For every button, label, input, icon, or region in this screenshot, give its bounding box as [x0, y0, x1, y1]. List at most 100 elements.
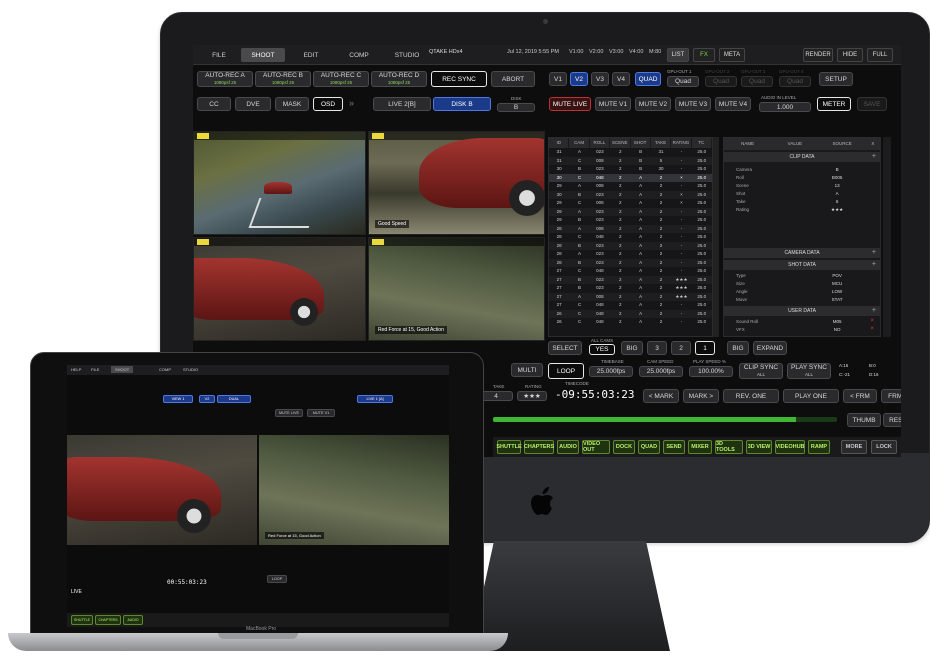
loop-button[interactable]: LOOP: [548, 363, 584, 379]
meta-row[interactable]: × Sound Roll M05: [724, 318, 880, 325]
col-shot[interactable]: SHOT: [631, 138, 651, 148]
live-2b-button[interactable]: LIVE 2[B]: [373, 97, 431, 111]
table-row[interactable]: 29 A 008 2 A 2 - 25.0: [549, 182, 712, 190]
cam-v3-button[interactable]: V3: [591, 72, 609, 86]
mb-menu-shoot[interactable]: SHOOT: [111, 366, 134, 373]
meta-row[interactable]: Size MCU: [724, 280, 880, 287]
clip-sync-button[interactable]: CLIP SYNC ALL: [739, 363, 783, 379]
save-button[interactable]: SAVE: [857, 97, 887, 111]
meta-big-button[interactable]: BIG: [727, 341, 749, 355]
list-button[interactable]: LIST: [667, 48, 689, 62]
col-rating[interactable]: RATING: [671, 138, 692, 148]
size-1-button[interactable]: 1: [695, 341, 715, 355]
multi-button[interactable]: MULTI: [511, 363, 543, 377]
mb-video-left[interactable]: [67, 435, 257, 545]
cam-v1-button[interactable]: V1: [549, 72, 567, 86]
table-row[interactable]: 29 B 023 2 A 2 - 25.0: [549, 216, 712, 224]
all-cams-yes[interactable]: YES: [589, 344, 615, 355]
mb-view1-button[interactable]: VIEW 1: [163, 395, 193, 403]
tool-audio[interactable]: AUDIO: [557, 440, 579, 454]
mb-dual-button[interactable]: DUAL: [217, 395, 251, 403]
table-row[interactable]: 30 C 048 2 A 2 × 25.0: [549, 173, 712, 182]
tool-mixer[interactable]: MIXER: [688, 440, 712, 454]
mb-menu-help[interactable]: HELP: [71, 367, 81, 372]
table-row[interactable]: 27 B 023 2 A 2 ★★★ 25.0: [549, 275, 712, 284]
gpu-out-1-select[interactable]: Quad: [667, 76, 699, 87]
meta-button[interactable]: META: [719, 48, 745, 62]
video-feed-a[interactable]: [193, 131, 366, 235]
table-row[interactable]: 28 C 048 2 A 2 - 25.0: [549, 233, 712, 241]
mute-live-button[interactable]: MUTE LIVE: [549, 97, 591, 111]
mb-tool-audio[interactable]: AUDIO: [123, 615, 143, 625]
size-2-button[interactable]: 2: [671, 341, 691, 355]
size-3-button[interactable]: 3: [647, 341, 667, 355]
tab-shoot[interactable]: SHOOT: [241, 48, 285, 62]
hide-button[interactable]: HIDE: [837, 48, 863, 62]
mb-menu-file[interactable]: FILE: [91, 367, 99, 372]
meta-row[interactable]: Type POV: [724, 272, 880, 279]
tool-dock[interactable]: DOCK: [613, 440, 635, 454]
mb-video-right[interactable]: Red Force at 15, Good Action: [259, 435, 449, 545]
table-scrollbar[interactable]: [713, 137, 719, 337]
cam-speed-field[interactable]: 25.000fps: [639, 366, 683, 377]
playback-progress[interactable]: [493, 417, 837, 422]
table-row[interactable]: 30 B 023 2 A 2 × 25.0: [549, 190, 712, 199]
fx-button[interactable]: FX: [693, 48, 715, 62]
meta-row[interactable]: Angle LOW: [724, 288, 880, 295]
add-icon[interactable]: +: [872, 260, 876, 270]
meta-row[interactable]: Rating ★★★: [724, 206, 880, 213]
setup-button[interactable]: SETUP: [819, 72, 853, 86]
add-icon[interactable]: +: [872, 306, 876, 316]
audio-level-field[interactable]: 1.000: [759, 102, 811, 112]
thumb-button[interactable]: THUMB: [847, 413, 881, 427]
remove-icon[interactable]: ×: [870, 326, 874, 333]
autorec-b-button[interactable]: AUTO-REC B 1080psf 25: [255, 71, 311, 87]
camera-data-section[interactable]: CAMERA DATA +: [724, 248, 880, 258]
col-roll[interactable]: ROLL: [590, 138, 611, 148]
mute-v2-button[interactable]: MUTE V2: [635, 97, 671, 111]
play-sync-button[interactable]: PLAY SYNC ALL: [787, 363, 831, 379]
select-button[interactable]: SELECT: [548, 341, 582, 355]
meta-row[interactable]: Move STAT: [724, 296, 880, 303]
user-data-section[interactable]: USER DATA +: [724, 306, 880, 316]
tool-shuttle[interactable]: SHUTTLE: [496, 440, 522, 454]
tool-video-out[interactable]: VIDEO OUT: [582, 440, 610, 454]
tool-quad[interactable]: QUAD: [638, 440, 660, 454]
prev-frame-button[interactable]: < FRM: [843, 389, 877, 403]
tool-chapters[interactable]: CHAPTERS: [524, 440, 554, 454]
meta-scrollbar[interactable]: [883, 137, 891, 337]
more-button[interactable]: MORE: [841, 440, 867, 454]
quad-button[interactable]: QUAD: [635, 72, 661, 86]
prev-mark-button[interactable]: < MARK: [643, 389, 679, 403]
render-button[interactable]: RENDER: [803, 48, 833, 62]
cc-button[interactable]: CC: [197, 97, 231, 111]
gpu-out-2-select[interactable]: Quad: [705, 76, 737, 87]
col-take[interactable]: TAKE: [651, 138, 672, 148]
tab-comp[interactable]: COMP: [337, 48, 381, 62]
mb-menu-comp[interactable]: COMP: [159, 367, 171, 372]
tool-ramp[interactable]: RAMP: [808, 440, 830, 454]
next-mark-button[interactable]: MARK >: [683, 389, 719, 403]
col-cam[interactable]: CAM: [569, 138, 590, 148]
rec-sync-button[interactable]: REC SYNC: [431, 71, 487, 87]
table-row[interactable]: 27 C 048 2 A 2 - 25.0: [549, 267, 712, 275]
col-scene[interactable]: SCENE: [610, 138, 631, 148]
autorec-c-button[interactable]: AUTO-REC C 1080psf 25: [313, 71, 369, 87]
add-icon[interactable]: +: [872, 248, 876, 258]
table-row[interactable]: 28 A 023 2 A 2 - 25.0: [549, 250, 712, 258]
mb-mute-v1-button[interactable]: MUTE V1: [307, 409, 335, 417]
shot-data-section[interactable]: SHOT DATA +: [724, 260, 880, 270]
chevron-right-icon[interactable]: »: [349, 98, 354, 108]
table-row[interactable]: 30 B 023 2 B 30 - 25.0: [549, 165, 712, 173]
table-row[interactable]: 28 B 023 2 A 2 - 25.0: [549, 241, 712, 250]
lock-button[interactable]: LOCK: [871, 440, 897, 454]
video-feed-d[interactable]: Red Force at 15, Good Action: [368, 237, 545, 341]
tab-studio[interactable]: STUDIO: [385, 48, 429, 62]
meta-row[interactable]: Shot A: [724, 190, 880, 197]
table-row[interactable]: 28 A 008 2 A 2 - 25.0: [549, 224, 712, 233]
table-row[interactable]: 27 C 048 2 A 2 - 25.0: [549, 301, 712, 309]
meter-button[interactable]: METER: [817, 97, 851, 111]
osd-button[interactable]: OSD: [313, 97, 343, 111]
video-feed-b[interactable]: Good Speed: [368, 131, 545, 235]
table-row[interactable]: 27 B 023 2 A 2 ★★★ 25.0: [549, 284, 712, 292]
